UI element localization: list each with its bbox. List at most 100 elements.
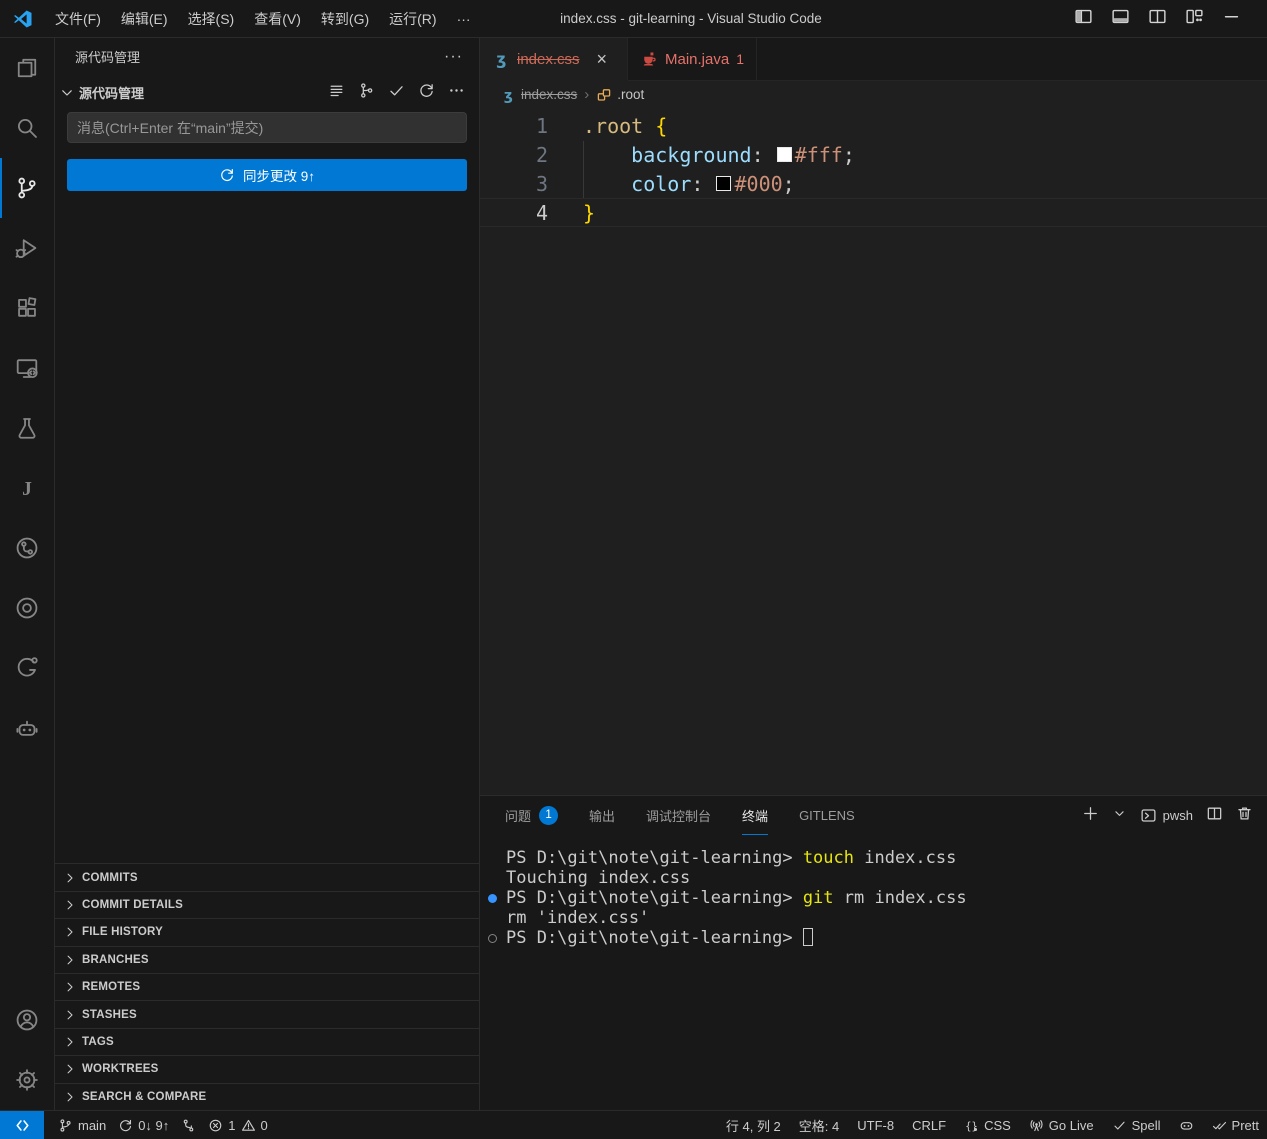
refresh-button[interactable] — [418, 82, 435, 104]
section-search-compare[interactable]: SEARCH & COMPARE — [55, 1083, 479, 1110]
new-terminal-button[interactable] — [1082, 805, 1099, 827]
color-swatch[interactable] — [777, 147, 792, 162]
menu-转到(G)[interactable]: 转到(G) — [311, 5, 379, 33]
remote-window-status-item[interactable] — [0, 1111, 44, 1139]
command-decoration-success[interactable] — [488, 894, 497, 903]
section-file-history[interactable]: FILE HISTORY — [55, 918, 479, 945]
panel-actions: pwsh — [1082, 805, 1253, 827]
terminal-text: PS D:\git\note\git-learning> — [506, 928, 803, 948]
menu-编辑(E)[interactable]: 编辑(E) — [111, 5, 178, 33]
tab-Main.java[interactable]: Main.java1 — [628, 38, 757, 80]
panel-tab-终端[interactable]: 终端 — [742, 796, 768, 835]
breadcrumb-symbol[interactable]: .root — [617, 87, 644, 102]
extensions-icon — [15, 296, 39, 320]
commit-button[interactable] — [388, 82, 405, 104]
activity-item-extensions[interactable] — [0, 278, 54, 338]
panel-tab-问题[interactable]: 问题1 — [505, 796, 558, 835]
chevron-right-icon — [63, 1035, 77, 1049]
section-label: REMOTES — [82, 981, 140, 993]
sidebar-more-actions-button[interactable]: ··· — [444, 48, 463, 66]
commit-graph-status-item[interactable] — [175, 1111, 202, 1139]
activity-item-search[interactable] — [0, 98, 54, 158]
line-number: 1 — [480, 114, 548, 138]
cursor-position-status-item[interactable]: 行 4, 列 2 — [720, 1111, 787, 1139]
activity-item-run-and-debug[interactable] — [0, 218, 54, 278]
panel-tabs: 问题1 输出调试控制台终端 GITLENS — [505, 796, 855, 835]
activity-item-git-graph[interactable] — [0, 638, 54, 698]
section-branches[interactable]: BRANCHES — [55, 946, 479, 973]
activity-bar-spacer — [0, 758, 54, 990]
section-tags[interactable]: TAGS — [55, 1028, 479, 1055]
split-editor-button[interactable] — [1144, 3, 1171, 35]
section-commit-details[interactable]: COMMIT DETAILS — [55, 891, 479, 918]
close-tab-button[interactable]: × — [597, 50, 608, 68]
activity-item-gitlens-inspect[interactable] — [0, 578, 54, 638]
eol-sequence-status-item[interactable]: CRLF — [906, 1111, 952, 1139]
activity-item-gitlens[interactable] — [0, 518, 54, 578]
panel-tab-调试控制台[interactable]: 调试控制台 — [646, 796, 711, 835]
view-as-tree-button[interactable] — [358, 82, 375, 104]
code-line-1: 1.root { — [480, 111, 1267, 140]
doublecheck-icon — [1212, 1118, 1227, 1133]
problems-status-item[interactable]: 10 — [202, 1111, 273, 1139]
commit-message-input[interactable] — [67, 112, 467, 143]
activity-item-remote-explorer[interactable] — [0, 338, 54, 398]
tab-label: index.css — [517, 51, 580, 68]
tab-index.css[interactable]: ʒindex.css× — [480, 38, 628, 80]
branchsm-icon — [58, 1118, 73, 1133]
command-decoration-prompt[interactable] — [488, 934, 497, 943]
activity-item-accounts[interactable] — [0, 990, 54, 1050]
split-terminal-button[interactable] — [1206, 805, 1223, 827]
sync-status-status-item[interactable]: 0↓ 9↑ — [112, 1111, 175, 1139]
activity-item-chat[interactable] — [0, 698, 54, 758]
menu-overflow[interactable]: ··· — [447, 5, 481, 33]
minimize-button[interactable] — [1218, 3, 1245, 35]
activity-item-source-control[interactable] — [0, 158, 54, 218]
section-remotes[interactable]: REMOTES — [55, 973, 479, 1000]
menu-查看(V)[interactable]: 查看(V) — [244, 5, 311, 33]
code-token — [583, 143, 631, 167]
prettier-status-item[interactable]: Prett — [1206, 1111, 1265, 1139]
workbench: J 源代码管理 ··· 源代码管理 同步更改 9↑ COMMITSCOMMIT … — [0, 38, 1267, 1110]
code-editor[interactable]: 1.root {2 background: #fff;3 color: #000… — [480, 108, 1267, 795]
source-control-section-header[interactable]: 源代码管理 — [55, 75, 479, 110]
activity-item-java-projects[interactable]: J — [0, 458, 54, 518]
activity-item-settings[interactable] — [0, 1050, 54, 1110]
activity-item-testing[interactable] — [0, 398, 54, 458]
indentation-status-item[interactable]: 空格: 4 — [793, 1111, 845, 1139]
menu-运行(R)[interactable]: 运行(R) — [379, 5, 446, 33]
panel-header: 问题1 输出调试控制台终端 GITLENS pwsh — [480, 796, 1267, 835]
panel-tab-输出[interactable]: 输出 — [589, 796, 615, 835]
breadcrumb-file[interactable]: index.css — [521, 87, 577, 102]
terminal[interactable]: PS D:\git\note\git-learning> touch index… — [480, 835, 1267, 1110]
terminal-launch-dropdown-button[interactable] — [1112, 806, 1127, 826]
go-live-status-item[interactable]: Go Live — [1023, 1111, 1100, 1139]
spell-checker-status-item[interactable]: Spell — [1106, 1111, 1167, 1139]
toggle-panel-button[interactable] — [1107, 3, 1134, 35]
menu-选择(S)[interactable]: 选择(S) — [178, 5, 245, 33]
editor-tabs: ʒindex.css×Main.java1 — [480, 38, 1267, 81]
menu-文件(F)[interactable]: 文件(F) — [45, 5, 111, 33]
toggle-sidebar-button[interactable] — [1070, 3, 1097, 35]
sync-changes-button[interactable]: 同步更改 9↑ — [67, 159, 467, 191]
section-worktrees[interactable]: WORKTREES — [55, 1055, 479, 1082]
panel-tab-GITLENS[interactable]: GITLENS — [799, 796, 855, 835]
git-branch-status-item[interactable]: main — [52, 1111, 112, 1139]
customize-layout-button[interactable] — [1181, 3, 1208, 35]
kill-terminal-button[interactable] — [1236, 805, 1253, 827]
color-swatch[interactable] — [716, 176, 731, 191]
terminal-instance[interactable]: pwsh — [1140, 807, 1193, 824]
check-icon — [388, 82, 405, 99]
view-as-list-button[interactable] — [328, 82, 345, 104]
toggle-panel-icon — [1111, 7, 1130, 26]
jletter-icon: J — [15, 476, 39, 500]
activity-item-explorer[interactable] — [0, 38, 54, 98]
encoding-status-item[interactable]: UTF-8 — [851, 1111, 900, 1139]
section-commits[interactable]: COMMITS — [55, 863, 479, 890]
chevron-down-icon — [59, 85, 75, 101]
language-mode-status-item[interactable]: {}CSS — [958, 1111, 1017, 1139]
code-token: #000 — [734, 172, 782, 196]
copilot-status-item[interactable] — [1173, 1111, 1200, 1139]
more-actions-button[interactable] — [448, 82, 465, 104]
section-stashes[interactable]: STASHES — [55, 1000, 479, 1027]
